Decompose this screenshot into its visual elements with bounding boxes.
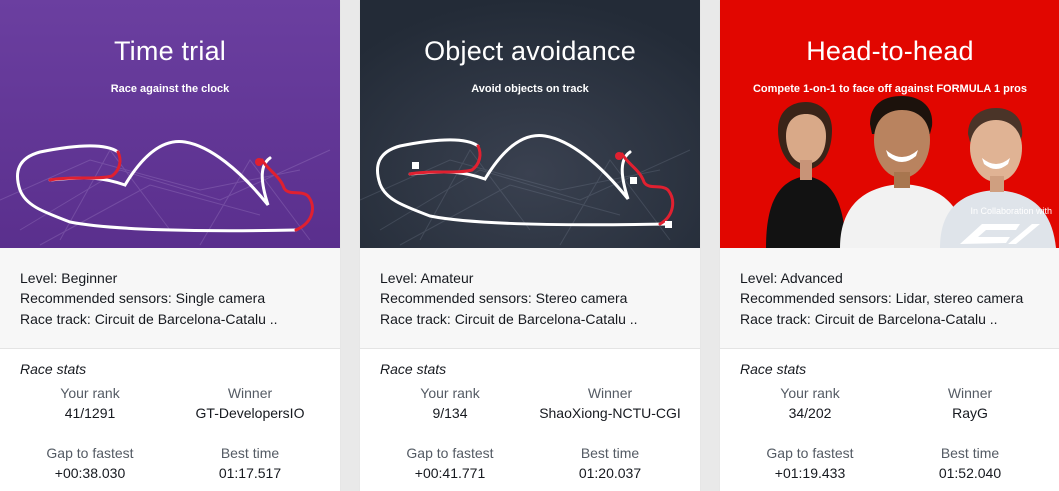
gap-value: +00:38.030 xyxy=(54,465,126,481)
track-text: Race track: Circuit de Barcelona-Catalu … xyxy=(380,311,638,327)
race-stats-heading: Race stats xyxy=(740,361,807,377)
card-title: Object avoidance xyxy=(424,36,636,66)
obstacle-marker xyxy=(665,221,672,228)
sensors-text: Recommended sensors: Lidar, stereo camer… xyxy=(740,290,1024,306)
race-card-object-avoidance[interactable]: Object avoidance Avoid objects on track … xyxy=(360,0,700,491)
head-to-head-banner[interactable]: Head-to-head Compete 1-on-1 to face off … xyxy=(720,0,1059,248)
winner-value: GT-DevelopersIO xyxy=(195,405,305,421)
race-stats-heading: Race stats xyxy=(380,361,447,377)
rank-value: 41/1291 xyxy=(64,405,116,421)
winner-value: ShaoXiong-NCTU-CGI xyxy=(539,405,681,421)
level-text: Level: Amateur xyxy=(380,270,474,286)
object-avoidance-banner[interactable]: Object avoidance Avoid objects on track xyxy=(360,0,700,248)
card-title: Head-to-head xyxy=(806,36,974,66)
gap-value: +01:19.433 xyxy=(774,465,846,481)
gap-label: Gap to fastest xyxy=(406,445,494,461)
winner-label: Winner xyxy=(227,385,273,401)
gap-label: Gap to fastest xyxy=(46,445,134,461)
best-time-label: Best time xyxy=(580,445,640,461)
winner-value: RayG xyxy=(952,405,988,421)
sensors-text: Recommended sensors: Single camera xyxy=(20,290,266,306)
rank-label: Your rank xyxy=(60,385,120,401)
obstacle-marker xyxy=(630,177,637,184)
best-time-label: Best time xyxy=(940,445,1000,461)
race-card-time-trial[interactable]: Time trial Race against the clock Level:… xyxy=(0,0,340,491)
card-info: Level: Amateur Recommended sensors: Ster… xyxy=(360,248,700,349)
best-time-value: 01:17.517 xyxy=(218,465,282,481)
rank-value: 9/134 xyxy=(432,405,468,421)
rank-label: Your rank xyxy=(780,385,840,401)
card-subtitle: Avoid objects on track xyxy=(471,83,589,95)
race-card-head-to-head[interactable]: Head-to-head Compete 1-on-1 to face off … xyxy=(720,0,1059,491)
winner-label: Winner xyxy=(587,385,633,401)
gap-label: Gap to fastest xyxy=(766,445,854,461)
winner-label: Winner xyxy=(947,385,993,401)
best-time-value: 01:52.040 xyxy=(938,465,1002,481)
sensors-text: Recommended sensors: Stereo camera xyxy=(380,290,628,306)
card-title: Time trial xyxy=(113,36,226,66)
level-text: Level: Advanced xyxy=(740,270,843,286)
best-time-label: Best time xyxy=(220,445,280,461)
gap-value: +00:41.771 xyxy=(414,465,486,481)
card-info: Level: Beginner Recommended sensors: Sin… xyxy=(0,248,340,349)
card-info: Level: Advanced Recommended sensors: Lid… xyxy=(720,248,1059,349)
card-subtitle: Compete 1-on-1 to face off against FORMU… xyxy=(752,83,1027,95)
best-time-value: 01:20.037 xyxy=(578,465,642,481)
rank-label: Your rank xyxy=(420,385,480,401)
race-stats-heading: Race stats xyxy=(20,361,87,377)
level-text: Level: Beginner xyxy=(20,270,118,286)
obstacle-marker xyxy=(412,162,419,169)
rank-value: 34/202 xyxy=(788,405,832,421)
track-text: Race track: Circuit de Barcelona-Catalu … xyxy=(20,311,278,327)
track-text: Race track: Circuit de Barcelona-Catalu … xyxy=(740,311,998,327)
time-trial-banner[interactable]: Time trial Race against the clock xyxy=(0,0,340,248)
collaboration-text: In Collaboration with xyxy=(970,206,1052,216)
card-subtitle: Race against the clock xyxy=(110,83,230,95)
